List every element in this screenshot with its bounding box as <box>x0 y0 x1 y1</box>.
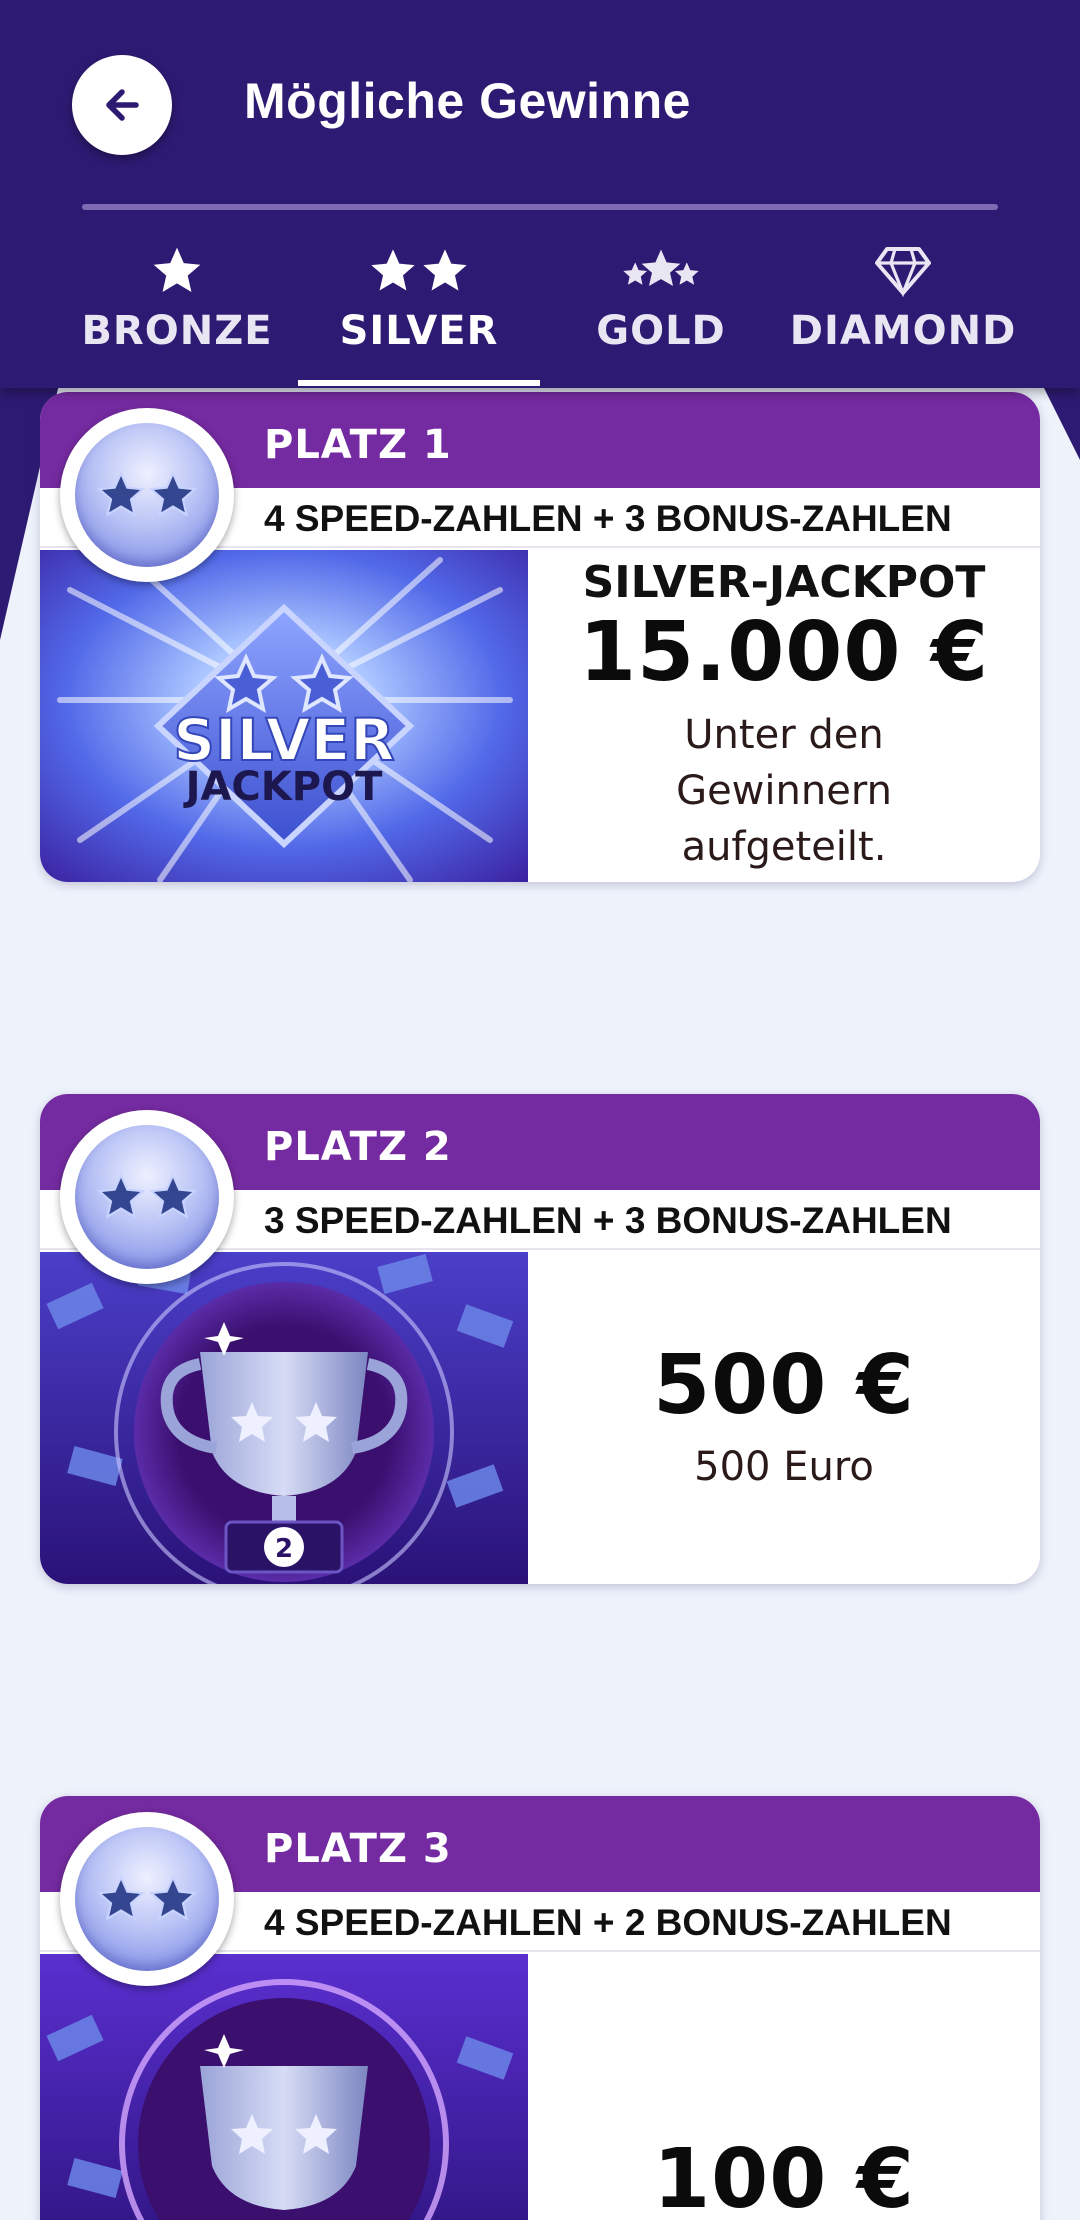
prize-title: SILVER-JACKPOT <box>582 557 986 609</box>
two-stars-icon <box>96 1172 198 1219</box>
tab-gold[interactable]: GOLD <box>540 230 782 388</box>
silver-badge <box>60 1812 234 1986</box>
tab-silver[interactable]: SILVER <box>298 230 540 388</box>
silver-badge <box>60 1110 234 1284</box>
tab-bronze[interactable]: BRONZE <box>56 230 298 388</box>
star-icon <box>153 247 201 292</box>
diamond-icon <box>875 247 931 298</box>
prize-description-line: Gewinnern <box>676 767 892 814</box>
prize-amount: 500 € <box>653 1337 915 1433</box>
prize-info: SILVER-JACKPOT 15.000 € Unter den Gewinn… <box>528 550 1040 882</box>
prize-info: 100 € <box>528 1954 1040 2220</box>
tab-bronze-label: BRONZE <box>81 308 273 354</box>
tab-gold-label: GOLD <box>596 308 726 354</box>
silver-badge <box>60 408 234 582</box>
tab-diamond-label: DIAMOND <box>789 308 1017 354</box>
prize-place: PLATZ 1 <box>264 422 452 468</box>
arrow-left-icon <box>106 89 139 121</box>
header-divider <box>82 204 998 210</box>
two-stars-icon <box>96 1874 198 1921</box>
app-header: Mögliche Gewinne BRONZE SILVER GOLD DIAM… <box>0 0 1080 388</box>
background-wedge-right <box>1040 380 1080 460</box>
prize-place: PLATZ 2 <box>264 1124 452 1170</box>
tab-silver-label: SILVER <box>339 308 499 354</box>
prize-amount: 15.000 € <box>578 605 990 701</box>
tier-tabs: BRONZE SILVER GOLD DIAMOND <box>56 230 1024 388</box>
silver-jackpot-image: SILVER JACKPOT <box>40 550 528 882</box>
tab-diamond[interactable]: DIAMOND <box>782 230 1024 388</box>
trophy-number: 2 <box>275 1534 293 1564</box>
prize-condition: 4 SPEED-ZAHLEN + 2 BONUS-ZAHLEN <box>264 1902 952 1943</box>
trophy-image <box>40 1954 528 2220</box>
back-button[interactable] <box>72 55 172 155</box>
prize-amount: 100 € <box>653 2131 915 2220</box>
prize-description: Unter den Gewinnern aufgeteilt. <box>676 707 892 875</box>
prize-place: PLATZ 3 <box>264 1826 452 1872</box>
two-stars-icon <box>96 470 198 517</box>
prize-description-line: Unter den <box>684 711 884 758</box>
page-title: Mögliche Gewinne <box>244 73 691 129</box>
trophy-image: 2 <box>40 1252 528 1584</box>
prize-condition: 4 SPEED-ZAHLEN + 3 BONUS-ZAHLEN <box>264 498 952 539</box>
selected-tab-indicator <box>298 380 540 386</box>
three-stars-icon <box>623 249 699 287</box>
prize-condition: 3 SPEED-ZAHLEN + 3 BONUS-ZAHLEN <box>264 1200 952 1241</box>
two-stars-icon <box>371 249 467 291</box>
jackpot-image-subtitle: JACKPOT <box>183 764 384 810</box>
prize-description: 500 Euro <box>694 1444 874 1491</box>
prize-description-line: aufgeteilt. <box>681 823 887 870</box>
prize-info: 500 € 500 Euro <box>528 1252 1040 1584</box>
